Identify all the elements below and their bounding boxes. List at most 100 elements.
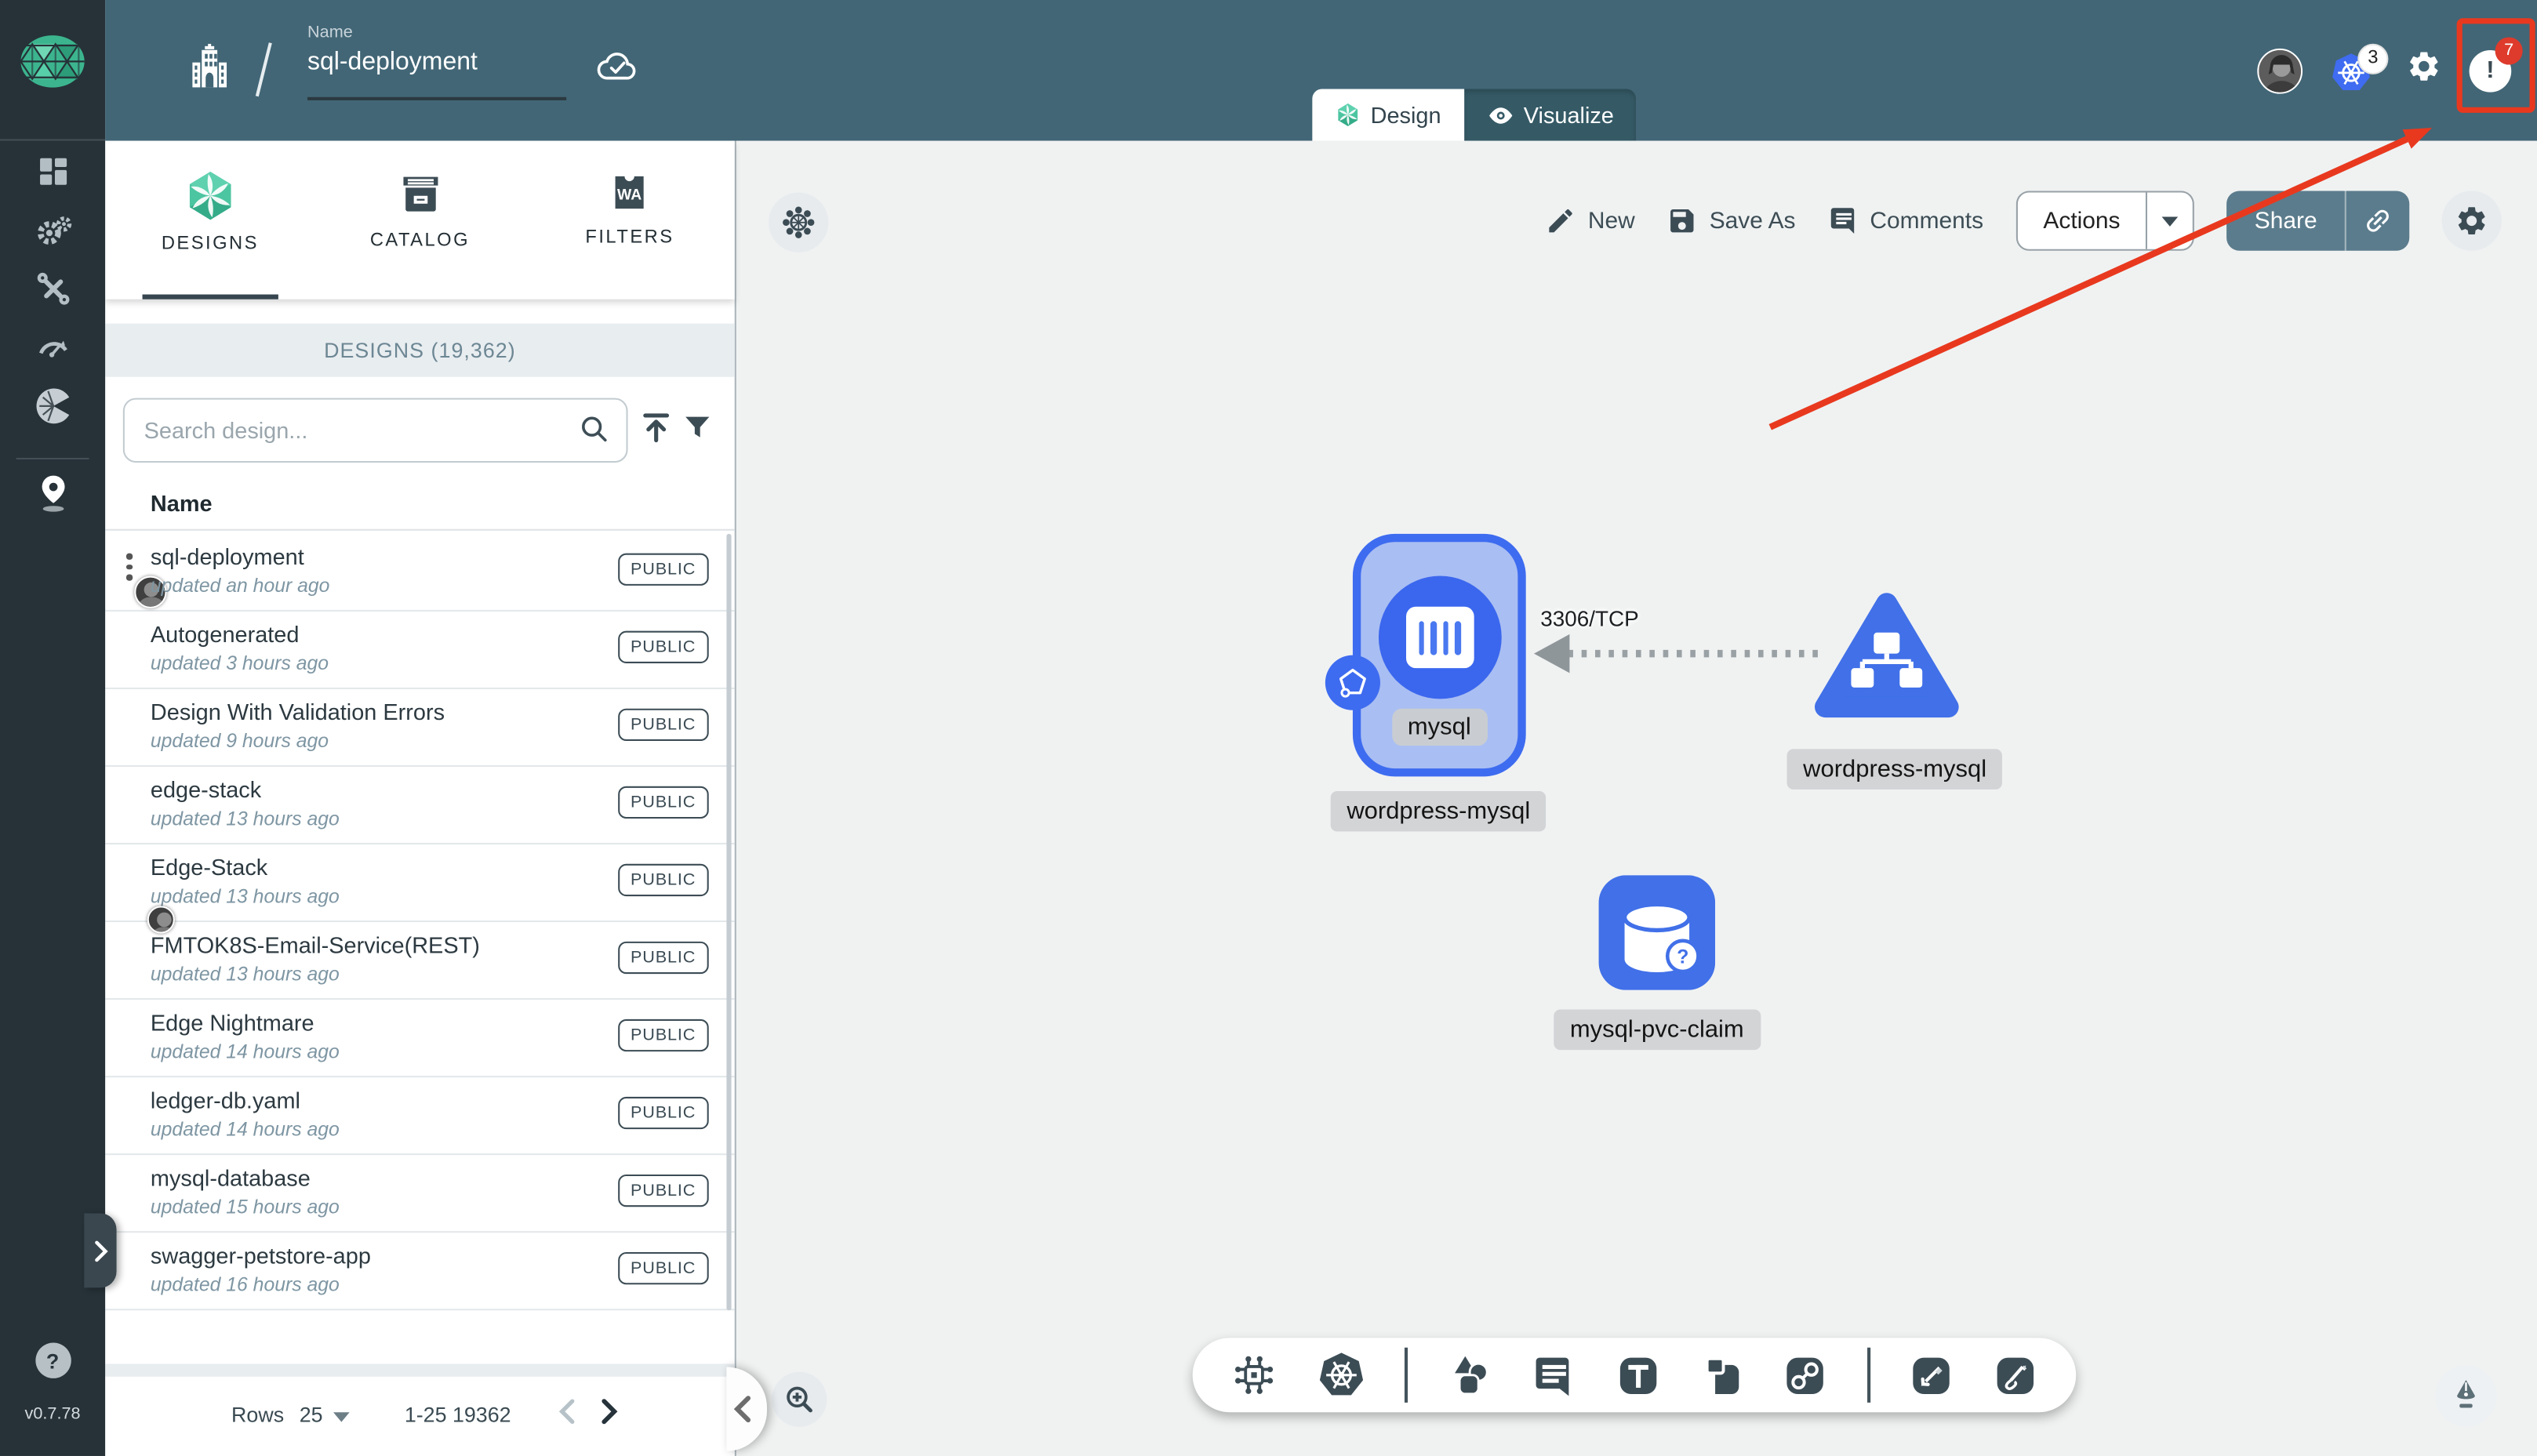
node-mysql-deployment[interactable]: mysql <box>1325 533 1526 777</box>
design-row[interactable]: Edge Nightmare updated 14 hours ago PUBL… <box>105 1000 735 1078</box>
freehand-draw-icon[interactable] <box>1994 1353 2037 1397</box>
sidebar-divider <box>16 457 89 459</box>
save-as-label: Save As <box>1709 208 1796 234</box>
upload-design-icon[interactable] <box>638 409 674 455</box>
design-name: FMTOK8S-Email-Service(REST) <box>150 931 480 958</box>
new-button[interactable]: New <box>1546 205 1635 236</box>
container-icon <box>1377 576 1501 699</box>
tab-design-label: Design <box>1370 101 1441 129</box>
meshery-logo[interactable] <box>18 32 88 99</box>
organization-icon[interactable] <box>189 43 230 99</box>
tab-visualize[interactable]: Visualize <box>1463 89 1637 141</box>
design-row[interactable]: ledger-db.yaml updated 14 hours ago PUBL… <box>105 1077 735 1156</box>
visibility-badge: PUBLIC <box>617 1096 709 1130</box>
gear-icon <box>2455 204 2488 238</box>
canvas-settings-button[interactable] <box>2441 191 2502 251</box>
eye-icon <box>1488 107 1512 123</box>
design-name: ledger-db.yaml <box>150 1087 300 1113</box>
filter-funnel-icon[interactable] <box>680 411 715 455</box>
mesh-icon <box>783 206 815 238</box>
visibility-badge: PUBLIC <box>617 786 709 819</box>
tab-catalog[interactable]: CATALOG <box>315 141 525 300</box>
row-menu-icon[interactable] <box>125 553 133 585</box>
text-tool-icon[interactable] <box>1616 1353 1660 1397</box>
design-name-input[interactable]: sql-deployment <box>307 49 478 78</box>
relationship-link-icon[interactable] <box>1783 1353 1827 1397</box>
dashboard-icon[interactable] <box>35 154 70 198</box>
node-service-wordpress-mysql[interactable] <box>1812 587 1961 728</box>
canvas-bottom-toolbar <box>1192 1338 2077 1413</box>
zoom-in-button[interactable] <box>772 1371 827 1427</box>
visibility-badge: PUBLIC <box>617 630 709 663</box>
rows-per-page-select[interactable]: 25 <box>300 1403 351 1427</box>
performance-gauge-icon[interactable] <box>34 329 71 374</box>
design-canvas[interactable]: New Save As Comments Actions Share 3306/… <box>736 140 2537 1456</box>
design-row[interactable]: FMTOK8S-Email-Service(REST) updated 13 h… <box>105 922 735 1000</box>
wasm-filter-icon: WA <box>615 171 645 209</box>
kubernetes-components-icon[interactable] <box>1317 1351 1365 1400</box>
extensions-icon[interactable] <box>31 385 74 435</box>
annotate-pen-icon[interactable] <box>1910 1353 1954 1397</box>
search-box <box>122 398 628 463</box>
save-as-button[interactable]: Save As <box>1667 205 1795 236</box>
node-label-pvc[interactable]: mysql-pvc-claim <box>1554 1009 1761 1051</box>
comments-button[interactable]: Comments <box>1828 205 1983 236</box>
design-row[interactable]: sql-deployment updated an hour ago PUBLI… <box>105 534 735 612</box>
node-label-deployment[interactable]: wordpress-mysql <box>1330 790 1547 832</box>
actions-caret[interactable] <box>2146 192 2194 249</box>
context-count: 3 <box>2368 48 2379 68</box>
notifications-button[interactable]: ! 7 <box>2469 36 2523 92</box>
pagination-range: 1-25 19362 <box>404 1402 511 1427</box>
copy-link-icon[interactable] <box>2344 191 2410 251</box>
pod-badge-icon[interactable] <box>1325 655 1380 710</box>
kubernetes-contexts-button[interactable]: 3 <box>2330 42 2389 95</box>
help-icon[interactable]: ? <box>35 1342 71 1378</box>
wa-glyph: WA <box>617 187 642 204</box>
visibility-badge: PUBLIC <box>617 708 709 741</box>
tab-designs[interactable]: DESIGNS <box>105 141 315 300</box>
canvas-action-bar: New Save As Comments Actions Share <box>1546 191 2502 251</box>
tab-design[interactable]: Design <box>1312 89 1464 141</box>
settings-gear-icon[interactable] <box>2406 49 2441 93</box>
design-row[interactable]: Design With Validation Errors updated 9 … <box>105 689 735 768</box>
lifecycle-gears-icon[interactable] <box>33 212 72 259</box>
page-previous-icon[interactable] <box>558 1398 576 1433</box>
pen-tool-button[interactable] <box>2435 1365 2497 1427</box>
container-label: mysql <box>1391 708 1488 746</box>
search-icon[interactable] <box>578 412 612 455</box>
notification-count: 7 <box>2504 40 2514 60</box>
breadcrumb-separator <box>255 42 272 97</box>
design-name-label: Name <box>307 22 353 42</box>
design-row[interactable]: Edge-Stack updated 13 hours ago PUBLIC <box>105 844 735 934</box>
panel-scrollbar[interactable] <box>725 533 732 1311</box>
media-shapes-icon[interactable] <box>1700 1353 1744 1397</box>
design-row[interactable]: swagger-petstore-app updated 16 hours ag… <box>105 1233 735 1311</box>
design-name: edge-stack <box>150 776 262 803</box>
configuration-wrench-icon[interactable] <box>34 271 71 316</box>
design-row[interactable]: Autogenerated updated 3 hours ago PUBLIC <box>105 612 735 689</box>
catalog-archive-icon <box>402 176 438 212</box>
notes-icon[interactable] <box>1532 1353 1576 1397</box>
share-label: Share <box>2254 208 2317 234</box>
search-input[interactable] <box>122 398 628 463</box>
components-chip-icon[interactable] <box>1231 1353 1277 1398</box>
page-next-icon[interactable] <box>600 1398 618 1433</box>
designs-panel: DESIGNS CATALOG WA FILTERS DESIGNS (19,3… <box>105 140 736 1456</box>
design-updated: updated an hour ago <box>150 574 330 597</box>
mode-tabs: Design Visualize <box>1312 89 1637 141</box>
design-row[interactable]: edge-stack updated 13 hours ago PUBLIC <box>105 767 735 845</box>
visibility-badge: PUBLIC <box>617 863 709 897</box>
user-avatar[interactable] <box>2257 47 2303 93</box>
actions-dropdown-button[interactable]: Actions <box>2015 191 2195 251</box>
kanvas-pin-icon[interactable] <box>33 472 72 522</box>
design-row[interactable]: mysql-database updated 15 hours ago PUBL… <box>105 1155 735 1233</box>
pagination-bar: Rows 25 1-25 19362 <box>105 1376 735 1456</box>
node-pvc-mysql-pvc-claim[interactable]: ? <box>1598 875 1716 998</box>
mesh-sync-button[interactable] <box>769 192 829 252</box>
shapes-icon[interactable] <box>1448 1353 1493 1398</box>
node-label-service[interactable]: wordpress-mysql <box>1786 749 2003 790</box>
sidebar-expand-handle[interactable] <box>84 1213 117 1288</box>
tab-filters[interactable]: WA FILTERS <box>525 141 735 300</box>
share-button[interactable]: Share <box>2226 191 2410 251</box>
edge-layer <box>1534 634 1826 674</box>
